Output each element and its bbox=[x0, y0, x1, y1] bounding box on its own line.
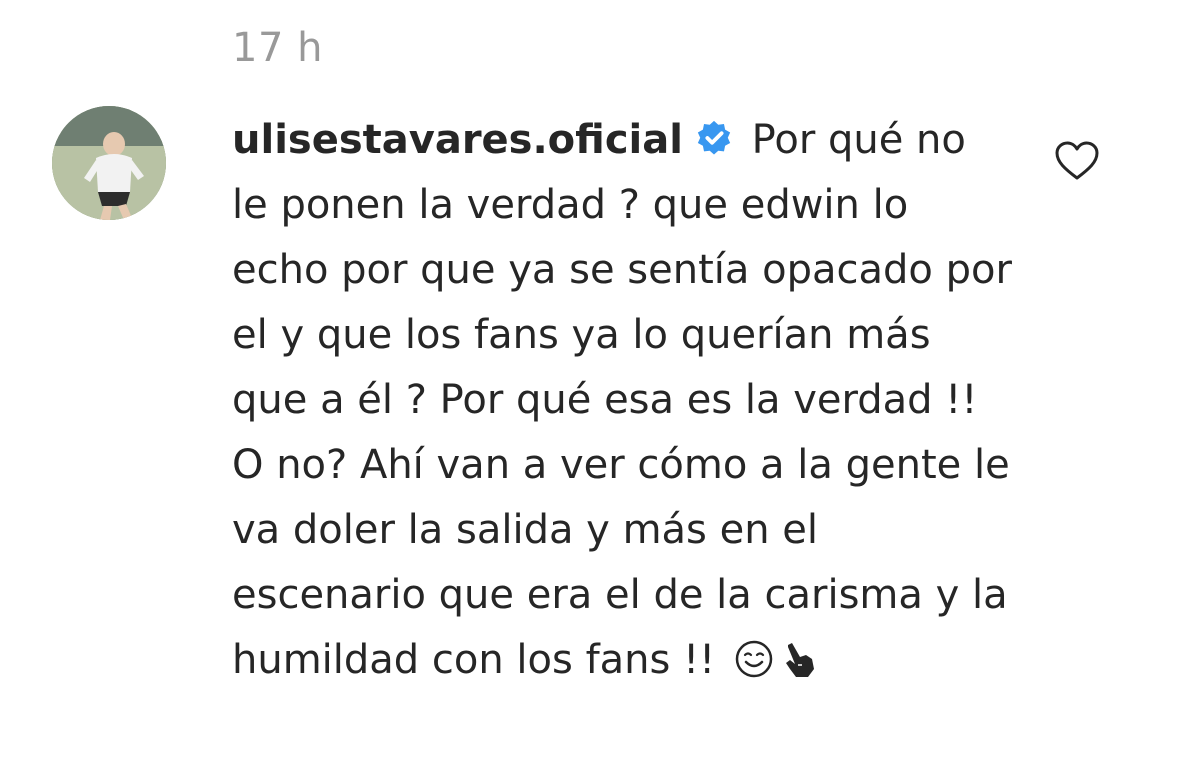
comment-body: ulisestavares.oficial Por qué no le pone… bbox=[232, 108, 1012, 693]
avatar[interactable] bbox=[52, 106, 166, 220]
verified-badge-icon bbox=[695, 119, 733, 157]
pointing-hand-icon bbox=[780, 639, 820, 679]
comment-username[interactable]: ulisestavares.oficial bbox=[232, 117, 683, 163]
comment-text: Por qué no le ponen la verdad ? que edwi… bbox=[232, 117, 1025, 683]
smiling-face-icon bbox=[734, 639, 774, 679]
comment-item: ulisestavares.oficial Por qué no le pone… bbox=[0, 0, 1200, 783]
like-button[interactable] bbox=[1054, 140, 1100, 182]
heart-outline-icon bbox=[1055, 141, 1099, 180]
